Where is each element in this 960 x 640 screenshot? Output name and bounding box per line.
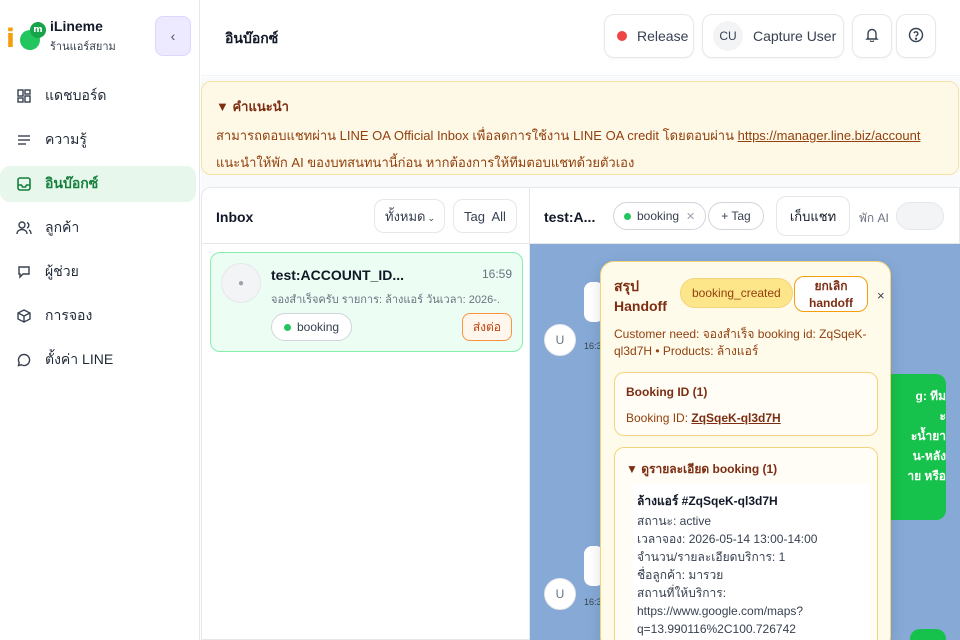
box-icon (16, 308, 32, 324)
top-header: อินบ๊อกซ์ Release CU Capture User (201, 0, 960, 76)
avatar: CU (713, 21, 743, 51)
pause-ai-label: พัก AI (859, 211, 889, 225)
line-manager-link[interactable]: https://manager.line.biz/account (738, 128, 921, 143)
forward-button[interactable]: ส่งต่อ (461, 313, 512, 341)
conversation-time: 16:59 (481, 267, 512, 281)
chat-name: test:A... (544, 209, 596, 225)
brand-logo: im (6, 20, 46, 54)
user-menu-button[interactable]: CU Capture User (702, 14, 844, 58)
users-icon (16, 220, 32, 236)
booking-id-link[interactable]: ZqSqeK-ql3d7H (691, 411, 780, 425)
notifications-button[interactable] (852, 14, 892, 58)
shop-name: ร้านแอร์สยาม (50, 41, 116, 53)
sidebar-item-line-settings[interactable]: ตั้งค่า LINE (0, 342, 196, 378)
add-tag-button[interactable]: + Tag (708, 202, 764, 230)
bot-message-bubble (910, 629, 946, 640)
archive-chat-button[interactable]: เก็บแชท (776, 196, 850, 236)
knowledge-icon (16, 132, 32, 148)
sidebar-item-inbox[interactable]: อินบ๊อกซ์ (0, 166, 196, 202)
sidebar-item-label: ลูกค้า (45, 219, 80, 235)
detail-line: สถานที่ให้บริการ: (637, 586, 727, 600)
help-button[interactable] (896, 14, 936, 58)
brand-name: iLineme (50, 18, 103, 34)
sidebar-item-customers[interactable]: ลูกค้า (0, 210, 196, 246)
booking-detail: ล้างแอร์ #ZqSqeK-ql3d7H สถานะ: active เว… (633, 484, 869, 640)
card-heading: Booking ID (1) (626, 385, 708, 399)
cancel-handoff-button[interactable]: ยกเลิก handoff (794, 276, 868, 312)
conversation-name: test:ACCOUNT_ID... (271, 267, 405, 283)
tip-title[interactable]: ▼ คำแนะนำ (216, 96, 944, 117)
status-dot-icon (284, 323, 291, 331)
conversation-item[interactable]: ● test:ACCOUNT_ID... 16:59 จองสำเร็จครับ… (210, 252, 523, 352)
message-time: 16:3 (584, 597, 602, 607)
status-dot-icon (617, 31, 627, 41)
conversation-preview: จองสำเร็จครับ รายการ: ล้างแอร์ วันเวลา: … (271, 294, 501, 306)
sidebar-item-label: ความรู้ (45, 131, 87, 147)
sidebar-item-bookings[interactable]: การจอง (0, 298, 196, 334)
close-icon[interactable]: × (877, 288, 885, 303)
sidebar-item-assistant[interactable]: ผู้ช่วย (0, 254, 196, 290)
sidebar-item-label: ตั้งค่า LINE (45, 351, 114, 367)
user-name: Capture User (753, 28, 837, 44)
detail-line: https://www.google.com/maps? (637, 604, 804, 618)
pause-ai-toggle[interactable] (896, 202, 944, 230)
booking-detail-toggle[interactable]: ▼ ดูรายละเอียด booking (1) (626, 460, 777, 479)
detail-line: จำนวน/รายละเอียดบริการ: 1 (637, 550, 786, 564)
handoff-summary-panel: สรุป Handoff booking_created ยกเลิก hand… (600, 261, 891, 640)
chat-bubble-icon (16, 264, 32, 280)
page-title: อินบ๊อกซ์ (225, 30, 279, 46)
detail-line: สถานะ: active (637, 514, 711, 528)
sidebar-item-dashboard[interactable]: แดชบอร์ด (0, 78, 196, 114)
inbox-title: Inbox (216, 209, 254, 225)
booking-id-row: Booking ID: ZqSqeK-ql3d7H (626, 411, 781, 425)
tip-line-2: แนะนำให้พัก AI ของบทสนทนานี้ก่อน หากต้อง… (216, 155, 635, 170)
sidebar-item-knowledge[interactable]: ความรู้ (0, 122, 196, 158)
chevron-left-icon: ‹ (170, 28, 176, 44)
conversation-tag: booking (271, 313, 353, 341)
remove-tag-icon[interactable]: ✕ (686, 210, 695, 223)
dashboard-icon (16, 88, 32, 104)
chevron-down-icon: ⌄ (427, 213, 436, 223)
booking-id-card: Booking ID (1) Booking ID: ZqSqeK-ql3d7H (614, 372, 878, 436)
booking-title: ล้างแอร์ #ZqSqeK-ql3d7H (637, 494, 778, 508)
handoff-title: สรุป Handoff (614, 278, 667, 314)
collapse-sidebar-button[interactable]: ‹ (155, 16, 191, 56)
avatar: U (544, 324, 576, 356)
release-button[interactable]: Release (604, 14, 694, 58)
chat-header: test:A... booking ✕ + Tag เก็บแชท พัก AI (530, 188, 959, 244)
inbox-icon (16, 176, 32, 192)
tip-panel: ▼ คำแนะนำ สามารถตอบแชทผ่าน LINE OA Offic… (201, 81, 959, 175)
avatar: ● (221, 263, 261, 303)
status-dot-icon (624, 212, 631, 220)
status-filter-select[interactable]: ทั้งหมด ⌄ (374, 199, 445, 233)
tip-line-1: สามารถตอบแชทผ่าน LINE OA Official Inbox … (216, 128, 921, 143)
sidebar-item-label: การจอง (45, 307, 93, 323)
message-circle-icon (16, 352, 32, 368)
sidebar-item-label: ผู้ช่วย (45, 263, 79, 279)
sidebar-nav: แดชบอร์ด ความรู้ อินบ๊อกซ์ ลูกค้า ผู้ช่ว… (0, 78, 200, 386)
detail-line: q=13.990116%2C100.726742 (637, 622, 796, 636)
status-badge: booking_created (680, 278, 793, 308)
help-icon (908, 27, 924, 46)
chat-tag: booking ✕ (613, 202, 707, 230)
tag-filter-select[interactable]: Tag All (453, 199, 517, 233)
inbox-header: Inbox ทั้งหมด ⌄ Tag All (202, 188, 529, 244)
sidebar-item-label: แดชบอร์ด (45, 87, 107, 103)
avatar: U (544, 578, 576, 610)
inbox-panel: Inbox ทั้งหมด ⌄ Tag All ● test:ACCOUNT_I… (201, 187, 530, 640)
release-label: Release (637, 28, 689, 44)
detail-line: เวลาจอง: 2026-05-14 13:00-14:00 (637, 532, 818, 546)
message-time: 16:3 (584, 341, 602, 351)
bell-icon (865, 27, 879, 45)
sidebar: im iLineme ร้านแอร์สยาม ‹ แดชบอร์ด ความร… (0, 0, 200, 640)
customer-need: Customer need: จองสำเร็จ booking id: ZqS… (614, 327, 867, 358)
brand[interactable]: im iLineme ร้านแอร์สยาม (6, 18, 116, 55)
sidebar-item-label: อินบ๊อกซ์ (45, 175, 99, 191)
booking-detail-card: ▼ ดูรายละเอียด booking (1) ล้างแอร์ #ZqS… (614, 447, 878, 640)
detail-line: ชื่อลูกค้า: มารวย (637, 568, 724, 582)
